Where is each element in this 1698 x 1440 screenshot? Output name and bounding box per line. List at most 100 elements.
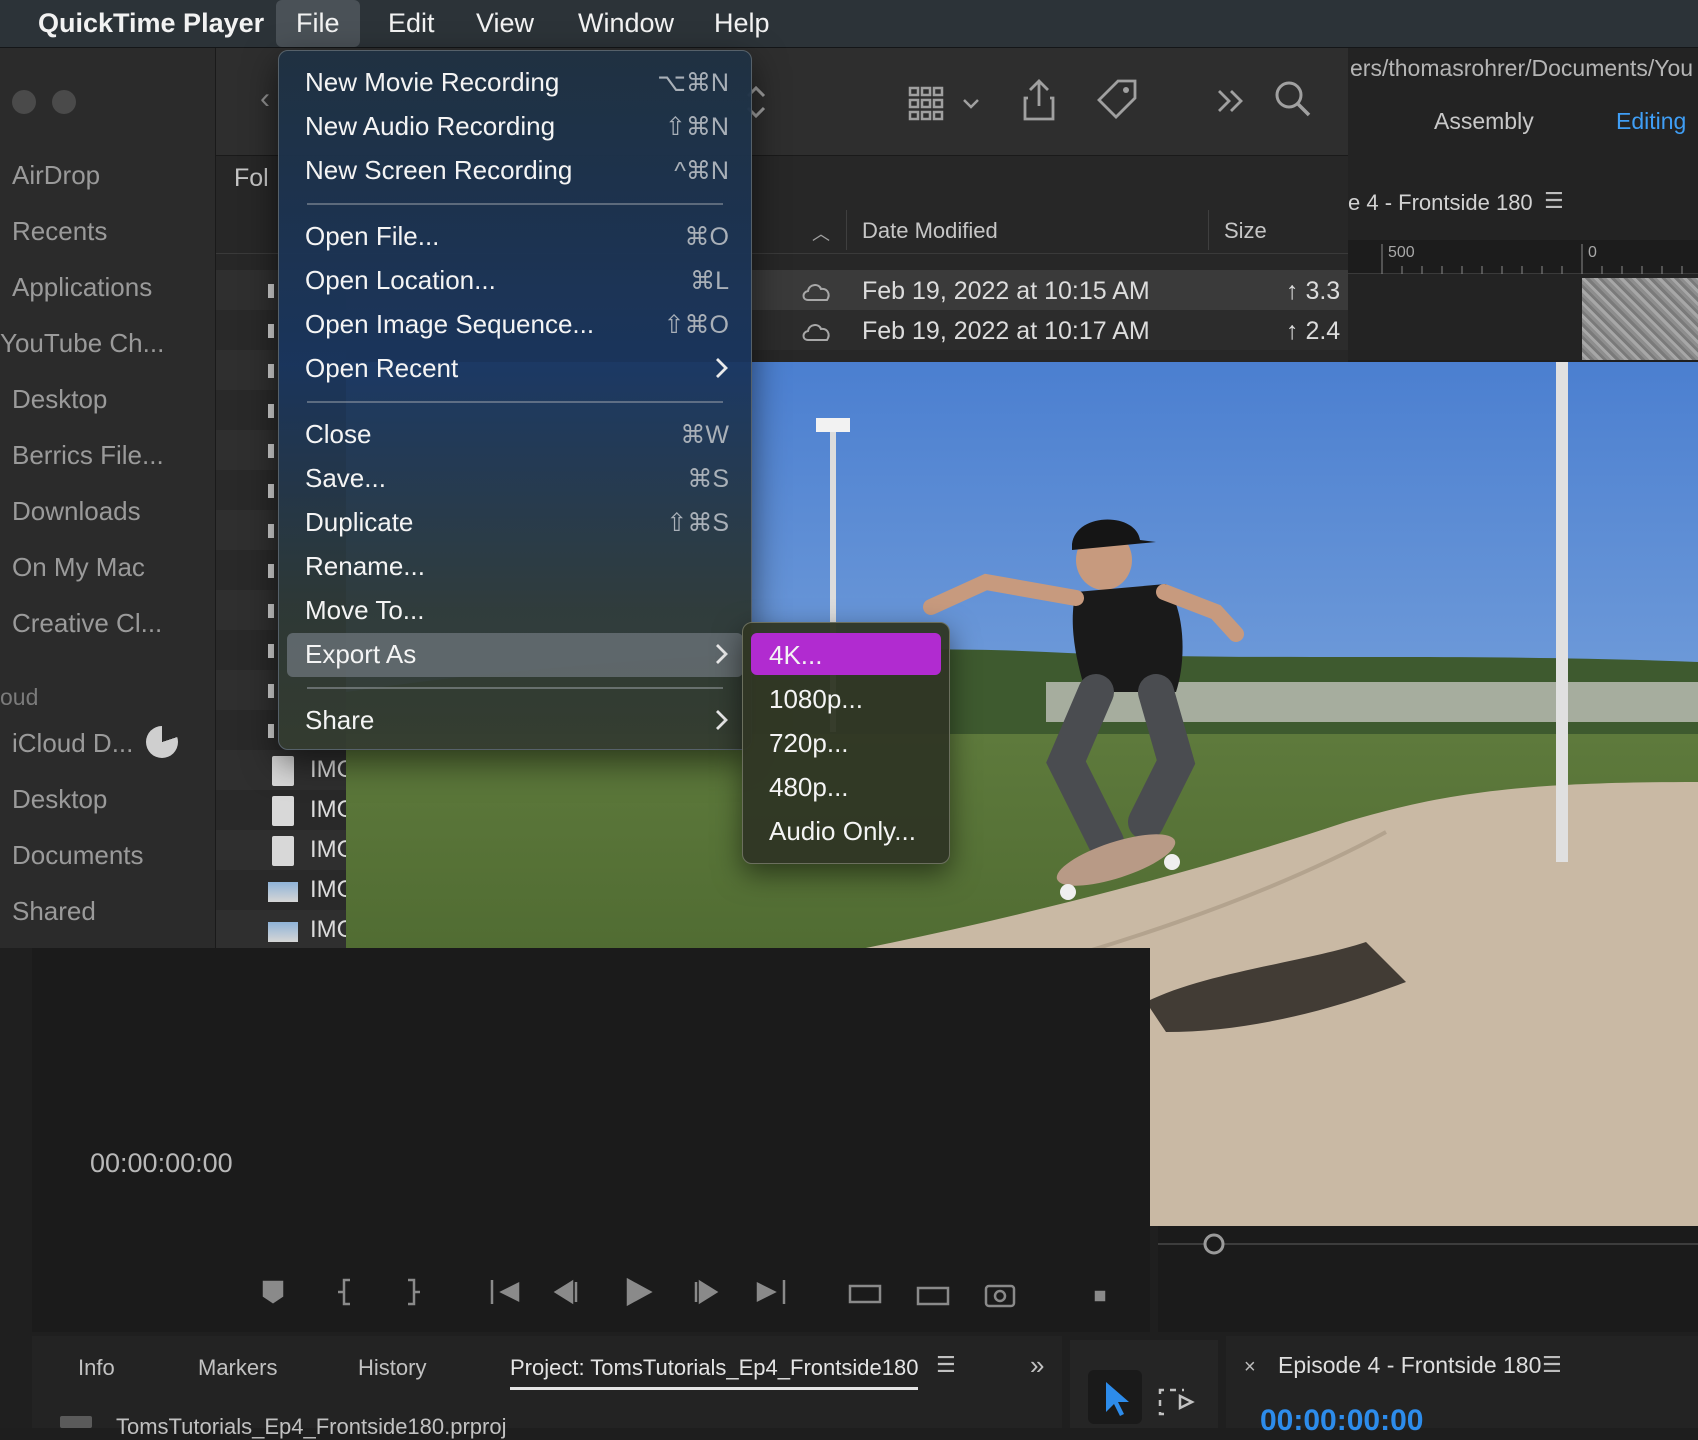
menu-item-export-as[interactable]: Export As bbox=[287, 633, 743, 677]
menu-item-new-audio-recording[interactable]: New Audio Recording ⇧⌘N bbox=[287, 105, 743, 149]
panel-menu-icon[interactable]: ☰ bbox=[936, 1352, 956, 1378]
sidebar-item-documents[interactable]: Documents bbox=[12, 840, 144, 871]
menu-item-open-recent[interactable]: Open Recent bbox=[287, 347, 743, 391]
project-file-name[interactable]: TomsTutorials_Ep4_Frontside180.prproj bbox=[116, 1414, 507, 1440]
submenu-item-720p[interactable]: 720p... bbox=[751, 721, 941, 763]
tag-icon[interactable] bbox=[1096, 78, 1138, 120]
step-forward-icon bbox=[694, 1279, 719, 1305]
sidebar-item-downloads[interactable]: Downloads bbox=[12, 496, 141, 527]
column-header-size[interactable]: Size bbox=[1224, 218, 1267, 244]
mark-out-icon bbox=[408, 1278, 420, 1306]
sidebar-item-shared[interactable]: Shared bbox=[12, 896, 96, 927]
submenu-item-480p[interactable]: 480p... bbox=[751, 765, 941, 807]
panel-menu-icon[interactable]: ☰ bbox=[1542, 1352, 1562, 1378]
playhead-scrubber[interactable] bbox=[1158, 1226, 1698, 1332]
column-divider bbox=[846, 210, 847, 250]
video-file-icon bbox=[272, 796, 294, 826]
sort-ascending-icon[interactable]: ︿ bbox=[812, 220, 830, 246]
selection-arrow-icon bbox=[1106, 1382, 1129, 1416]
menu-view[interactable]: View bbox=[456, 0, 554, 48]
sequence-timecode[interactable]: 00:00:00:00 bbox=[1260, 1404, 1423, 1438]
file-size-value: 2.4 bbox=[1305, 317, 1341, 345]
menu-edit[interactable]: Edit bbox=[368, 0, 455, 48]
menu-item-label: Rename... bbox=[305, 551, 425, 581]
share-icon[interactable] bbox=[1022, 78, 1056, 122]
menu-item-label: Open Recent bbox=[305, 353, 459, 383]
view-grid-icon[interactable] bbox=[908, 82, 984, 122]
menu-item-shortcut: ⌘O bbox=[684, 223, 729, 251]
icloud-progress-icon bbox=[146, 726, 178, 758]
menu-item-open-location[interactable]: Open Location... ⌘L bbox=[287, 259, 743, 303]
file-date: Feb 19, 2022 at 10:17 AM bbox=[862, 317, 1150, 345]
timeline-ruler[interactable]: 500 0 bbox=[1348, 240, 1698, 274]
menu-item-shortcut: ⌘S bbox=[687, 465, 729, 493]
tab-project[interactable]: Project: TomsTutorials_Ep4_Frontside180 bbox=[510, 1355, 919, 1390]
submenu-item-audio-only[interactable]: Audio Only... bbox=[751, 809, 941, 851]
tab-history[interactable]: History bbox=[358, 1355, 426, 1381]
back-icon[interactable]: ‹ bbox=[260, 82, 270, 116]
panel-menu-icon[interactable]: ☰ bbox=[1544, 188, 1564, 214]
cloud-icon bbox=[802, 284, 830, 301]
go-to-in-icon bbox=[490, 1280, 520, 1304]
menu-file[interactable]: File bbox=[276, 0, 360, 47]
track-select-icon[interactable] bbox=[1156, 1386, 1200, 1420]
window-close-button[interactable] bbox=[12, 90, 36, 114]
step-back-icon bbox=[553, 1279, 578, 1305]
image-file-icon bbox=[268, 922, 298, 942]
workspace-tab-assembly[interactable]: Assembly bbox=[1434, 108, 1534, 135]
program-monitor-controls bbox=[1158, 1226, 1698, 1332]
camera-icon bbox=[984, 1284, 1016, 1308]
tab-markers[interactable]: Markers bbox=[198, 1355, 277, 1381]
selection-tool[interactable] bbox=[1088, 1370, 1142, 1424]
chevron-right-icon bbox=[716, 358, 728, 378]
menu-bar: QuickTime Player File Edit View Window H… bbox=[0, 0, 1698, 48]
finder-path: ers/thomasrohrer/Documents/You bbox=[1350, 55, 1694, 81]
menu-item-move-to[interactable]: Move To... bbox=[287, 589, 743, 633]
menu-item-open-image-sequence[interactable]: Open Image Sequence... ⇧⌘O bbox=[287, 303, 743, 347]
search-icon[interactable] bbox=[1274, 80, 1312, 118]
menu-item-rename[interactable]: Rename... bbox=[287, 545, 743, 589]
transport-icons bbox=[262, 1277, 1106, 1308]
menu-item-save[interactable]: Save... ⌘S bbox=[287, 457, 743, 501]
chevron-right-icon bbox=[716, 710, 728, 730]
menu-help[interactable]: Help bbox=[694, 0, 790, 48]
menu-separator bbox=[307, 401, 723, 403]
workspace-tab-editing[interactable]: Editing bbox=[1616, 108, 1686, 135]
menu-item-close[interactable]: Close ⌘W bbox=[287, 413, 743, 457]
menu-item-share[interactable]: Share bbox=[287, 699, 743, 743]
column-header-date[interactable]: Date Modified bbox=[862, 218, 998, 244]
menu-item-label: Share bbox=[305, 705, 375, 735]
menu-item-duplicate[interactable]: Duplicate ⇧⌘S bbox=[287, 501, 743, 545]
play-icon bbox=[626, 1277, 653, 1307]
sidebar-item-icloud-desktop[interactable]: Desktop bbox=[12, 784, 107, 815]
sidebar-item-desktop[interactable]: Desktop bbox=[12, 384, 107, 415]
menu-item-open-file[interactable]: Open File... ⌘O bbox=[287, 215, 743, 259]
sidebar-item-on-my-mac[interactable]: On My Mac bbox=[12, 552, 145, 583]
app-menu[interactable]: QuickTime Player bbox=[18, 0, 284, 48]
sidebar-item-youtube[interactable]: YouTube Ch... bbox=[0, 328, 164, 359]
add-marker-icon bbox=[262, 1280, 284, 1304]
menu-separator bbox=[307, 687, 723, 689]
menu-item-new-movie-recording[interactable]: New Movie Recording ⌥⌘N bbox=[287, 61, 743, 105]
sequence-panel-title[interactable]: Episode 4 - Frontside 180 bbox=[1278, 1352, 1541, 1379]
more-chevrons-icon[interactable] bbox=[1216, 88, 1246, 114]
window-minimize-button[interactable] bbox=[52, 90, 76, 114]
file-menu: New Movie Recording ⌥⌘N New Audio Record… bbox=[278, 50, 752, 750]
sidebar-item-creative-cloud[interactable]: Creative Cl... bbox=[12, 608, 162, 639]
menu-item-new-screen-recording[interactable]: New Screen Recording ^⌘N bbox=[287, 149, 743, 193]
sidebar-item-berrics[interactable]: Berrics File... bbox=[12, 440, 164, 471]
close-icon[interactable]: × bbox=[1244, 1356, 1256, 1379]
sidebar-item-applications[interactable]: Applications bbox=[12, 272, 152, 303]
more-tabs-icon[interactable]: » bbox=[1030, 1350, 1044, 1381]
menu-window[interactable]: Window bbox=[558, 0, 694, 48]
tools-panel bbox=[1070, 1340, 1218, 1428]
menu-item-shortcut: ⇧⌘N bbox=[664, 113, 729, 141]
source-timecode[interactable]: 00:00:00:00 bbox=[90, 1148, 233, 1179]
submenu-item-4k[interactable]: 4K... bbox=[751, 633, 941, 675]
submenu-item-1080p[interactable]: 1080p... bbox=[751, 677, 941, 719]
sidebar-item-icloud-drive[interactable]: iCloud D... bbox=[12, 728, 133, 759]
sidebar-item-recents[interactable]: Recents bbox=[12, 216, 107, 247]
tab-info[interactable]: Info bbox=[78, 1355, 115, 1381]
video-file-icon bbox=[272, 756, 294, 786]
sidebar-item-airdrop[interactable]: AirDrop bbox=[12, 160, 100, 191]
